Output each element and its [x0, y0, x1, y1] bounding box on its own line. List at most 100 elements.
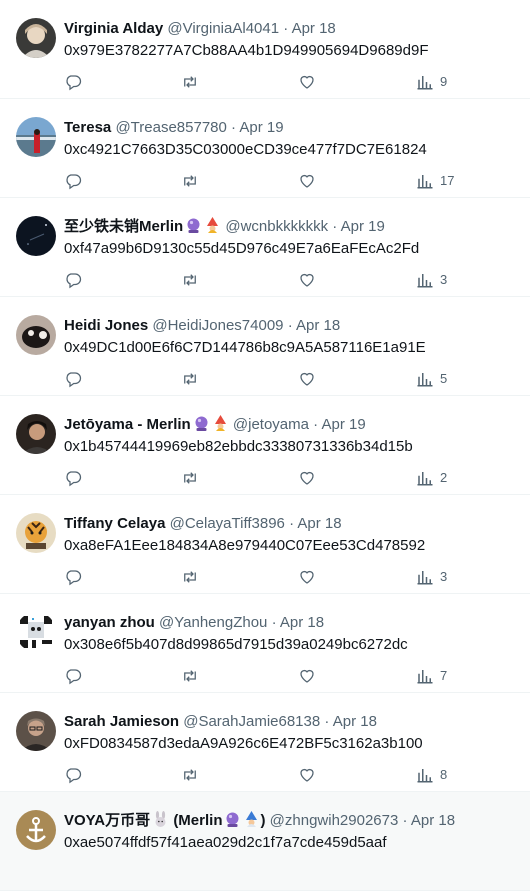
tweet-date[interactable]: Apr 18 — [280, 614, 324, 631]
separator: · — [332, 218, 338, 235]
avatar[interactable] — [16, 810, 56, 850]
retweet-button[interactable] — [181, 567, 199, 587]
reply-button[interactable] — [64, 468, 82, 488]
avatar[interactable] — [16, 711, 56, 751]
tweet-actions: 2 — [64, 468, 494, 488]
views-button[interactable]: 9 — [416, 72, 447, 92]
display-name[interactable]: Heidi Jones — [64, 317, 148, 334]
reply-icon — [66, 768, 82, 784]
reply-button[interactable] — [64, 72, 82, 92]
tweet[interactable]: yanyan zhou @YanhengZhou · Apr 18 0x308e… — [0, 594, 530, 693]
separator: · — [324, 713, 330, 730]
user-handle[interactable]: @jetoyama — [233, 416, 309, 433]
user-handle[interactable]: @zhngwih2902673 — [270, 812, 399, 829]
retweet-button[interactable] — [181, 171, 199, 191]
tweet[interactable]: Sarah Jamieson @SarahJamie68138 · Apr 18… — [0, 693, 530, 792]
display-name[interactable]: 至少铁未销Merlin — [64, 218, 183, 235]
display-name[interactable]: Virginia Alday — [64, 20, 163, 37]
user-handle[interactable]: @YanhengZhou — [159, 614, 267, 631]
tweet-text: 0xFD0834587d3edaA9A926c6E472BF5c3162a3b1… — [64, 735, 423, 752]
retweet-button[interactable] — [181, 765, 199, 785]
tweet-actions: 7 — [64, 666, 494, 686]
retweet-button[interactable] — [181, 270, 199, 290]
like-button[interactable] — [298, 666, 316, 686]
like-button[interactable] — [298, 369, 316, 389]
user-handle[interactable]: @HeidiJones74009 — [152, 317, 283, 334]
views-icon — [417, 571, 433, 585]
retweet-button[interactable] — [181, 468, 199, 488]
avatar[interactable] — [16, 117, 56, 157]
tweet-header: Sarah Jamieson @SarahJamie68138 · Apr 18 — [64, 712, 520, 732]
reply-icon — [66, 75, 82, 91]
views-button[interactable]: 3 — [416, 270, 447, 290]
display-name-suffix[interactable]: (Merlin — [173, 812, 222, 829]
tweet-text: 0xc4921C7663D35C03000eCD39ce477f7DC7E618… — [64, 141, 427, 158]
tweet[interactable]: Teresa @Trease857780 · Apr 19 0xc4921C76… — [0, 99, 530, 198]
tweet-date[interactable]: Apr 18 — [297, 515, 341, 532]
views-button[interactable]: 7 — [416, 666, 447, 686]
user-handle[interactable]: @Trease857780 — [115, 119, 226, 136]
user-handle[interactable]: @wcnbkkkkkkk — [225, 218, 328, 235]
reply-button[interactable] — [64, 270, 82, 290]
heart-icon — [300, 669, 314, 683]
tweet-date[interactable]: Apr 18 — [411, 812, 455, 829]
reply-button[interactable] — [64, 666, 82, 686]
avatar[interactable] — [16, 513, 56, 553]
avatar[interactable] — [16, 216, 56, 256]
display-name-close[interactable]: ) — [260, 812, 265, 829]
tweet-text: 0x308e6f5b407d8d99865d7915d39a0249bc6272… — [64, 636, 408, 653]
retweet-button[interactable] — [181, 666, 199, 686]
avatar[interactable] — [16, 315, 56, 355]
retweet-button[interactable] — [181, 369, 199, 389]
tweet-header: 至少铁未销Merlin @wcnbkkkkkkk · Apr 19 — [64, 217, 520, 237]
separator: · — [231, 119, 237, 136]
tweet-date[interactable]: Apr 18 — [296, 317, 340, 334]
retweet-icon — [184, 76, 196, 88]
tweet[interactable]: Heidi Jones @HeidiJones74009 · Apr 18 0x… — [0, 297, 530, 396]
display-name[interactable]: Jetōyama - Merlin — [64, 416, 191, 433]
user-handle[interactable]: @VirginiaAl4041 — [167, 20, 279, 37]
views-button[interactable]: 5 — [416, 369, 447, 389]
views-button[interactable]: 3 — [416, 567, 447, 587]
tweet-date[interactable]: Apr 19 — [341, 218, 385, 235]
reply-button[interactable] — [64, 567, 82, 587]
reply-button[interactable] — [64, 765, 82, 785]
like-button[interactable] — [298, 72, 316, 92]
views-button[interactable]: 17 — [416, 171, 454, 191]
retweet-icon — [184, 373, 196, 385]
tweet-date[interactable]: Apr 18 — [333, 713, 377, 730]
like-button[interactable] — [298, 765, 316, 785]
tweet-date[interactable]: Apr 19 — [239, 119, 283, 136]
user-handle[interactable]: @CelayaTiff3896 — [170, 515, 285, 532]
user-handle[interactable]: @SarahJamie68138 — [183, 713, 320, 730]
display-name[interactable]: Sarah Jamieson — [64, 713, 179, 730]
display-name[interactable]: VOYA万币哥 — [64, 812, 150, 829]
tweet[interactable]: Tiffany Celaya @CelayaTiff3896 · Apr 18 … — [0, 495, 530, 594]
tweet-date[interactable]: Apr 18 — [292, 20, 336, 37]
display-name[interactable]: Tiffany Celaya — [64, 515, 165, 532]
like-button[interactable] — [298, 270, 316, 290]
avatar[interactable] — [16, 414, 56, 454]
avatar[interactable] — [16, 612, 56, 652]
display-name[interactable]: Teresa — [64, 119, 111, 136]
avatar[interactable] — [16, 18, 56, 58]
tweet-date[interactable]: Apr 19 — [322, 416, 366, 433]
tweet[interactable]: VOYA万币哥 (Merlin) @zhngwih2902673 · Apr 1… — [0, 792, 530, 891]
like-button[interactable] — [298, 567, 316, 587]
display-name[interactable]: yanyan zhou — [64, 614, 155, 631]
like-button[interactable] — [298, 171, 316, 191]
wizard-icon — [204, 217, 221, 237]
separator: · — [313, 416, 319, 433]
tweet[interactable]: Virginia Alday @VirginiaAl4041 · Apr 18 … — [0, 0, 530, 99]
crystal-ball-icon — [224, 811, 241, 831]
tweet[interactable]: 至少铁未销Merlin @wcnbkkkkkkk · Apr 19 0xf47a… — [0, 198, 530, 297]
retweet-button[interactable] — [181, 72, 199, 92]
tweet[interactable]: Jetōyama - Merlin @jetoyama · Apr 19 0x1… — [0, 396, 530, 495]
tweet-header: Tiffany Celaya @CelayaTiff3896 · Apr 18 — [64, 514, 520, 534]
views-button[interactable]: 2 — [416, 468, 447, 488]
reply-button[interactable] — [64, 171, 82, 191]
like-button[interactable] — [298, 468, 316, 488]
reply-button[interactable] — [64, 369, 82, 389]
separator: · — [402, 812, 408, 829]
views-button[interactable]: 8 — [416, 765, 447, 785]
